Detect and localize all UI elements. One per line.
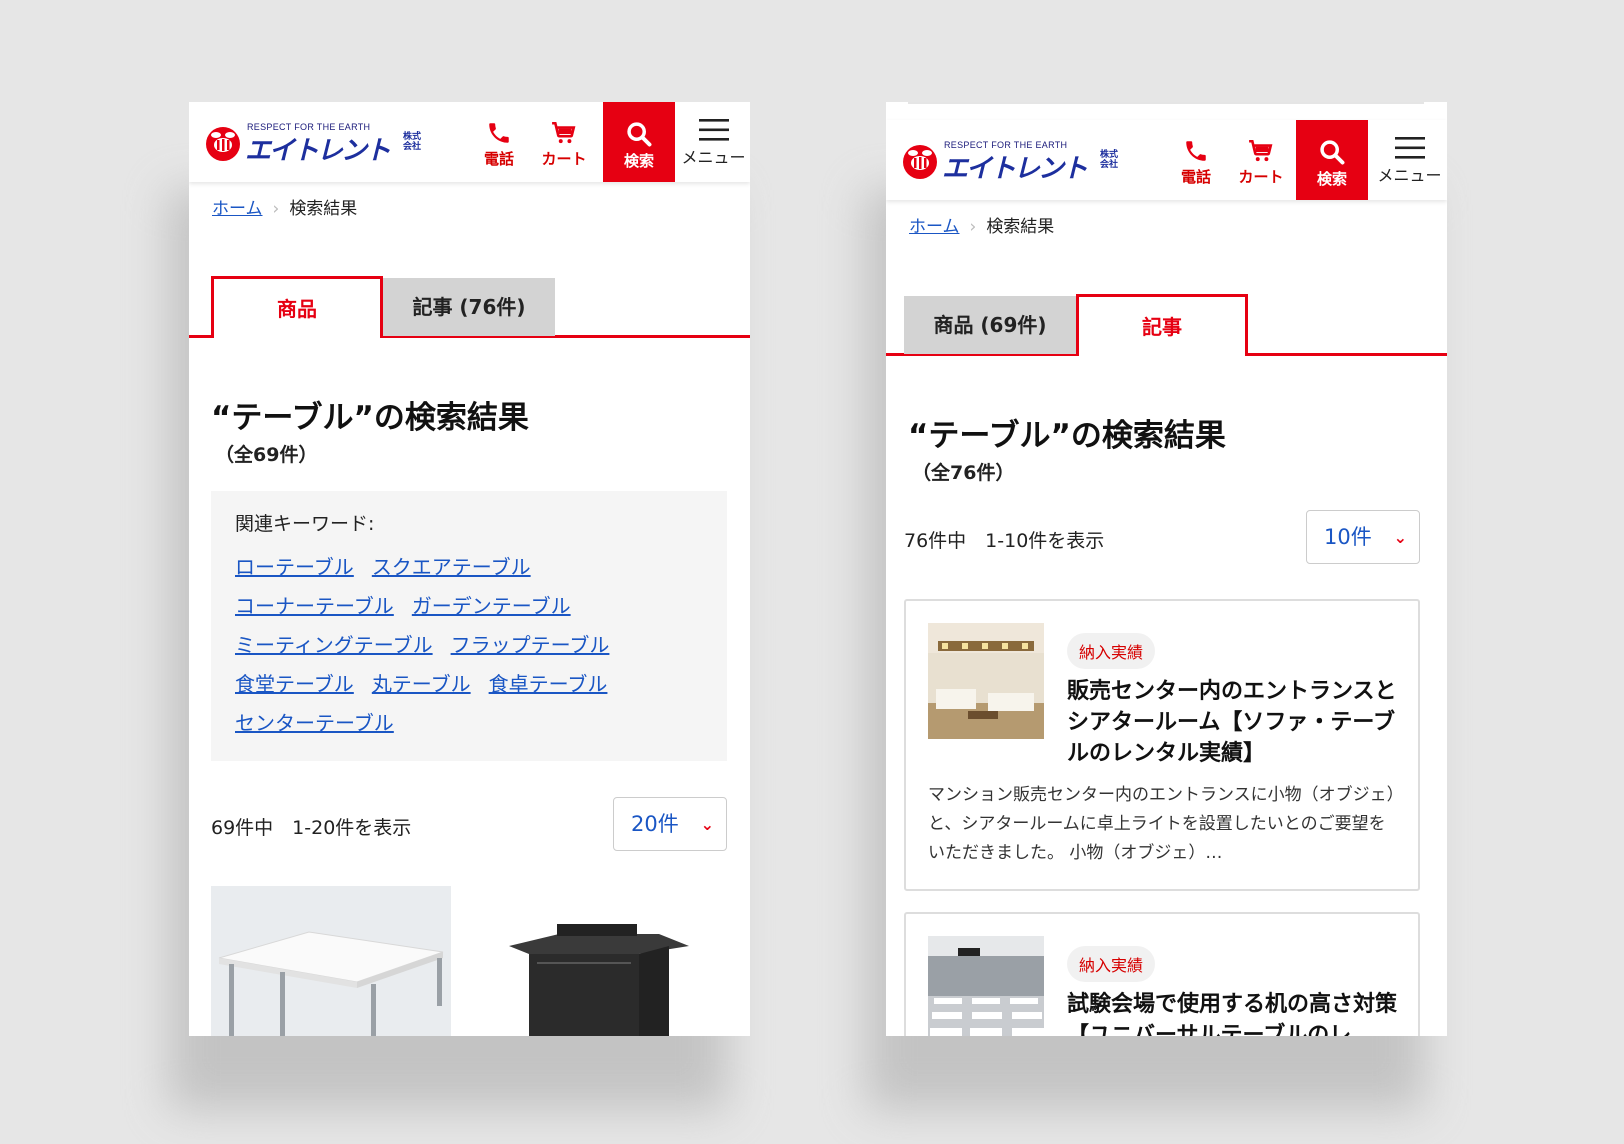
cart-icon <box>552 121 576 144</box>
search-icon <box>1320 140 1345 165</box>
phone-icon <box>489 123 509 143</box>
article-card[interactable]: 納入実績 試験会場で使用する机の高さ対策【ユニバーサルテーブルのレ <box>904 912 1420 1036</box>
menu-nav-button[interactable]: メニュー <box>677 102 750 182</box>
result-tabs: 商品 (69件) 記事 <box>886 294 1447 356</box>
phone-icon <box>1186 141 1206 161</box>
cart-label: カート <box>1238 168 1284 186</box>
tab-articles[interactable]: 記事 (76件) <box>383 278 555 336</box>
keyword-link[interactable]: ミーティングテーブル <box>235 633 433 657</box>
article-title[interactable]: 試験会場で使用する机の高さ対策【ユニバーサルテーブルのレ <box>1067 989 1397 1036</box>
logo-suffix: 株式会社 <box>403 132 422 152</box>
site-header: RESPECT FOR THE EARTH エイトレント 株式会社 電話 カート <box>189 102 750 182</box>
hamburger-icon <box>698 119 729 141</box>
breadcrumb-separator: › <box>969 217 977 237</box>
chevron-down-icon: ⌄ <box>1393 528 1407 547</box>
breadcrumb: ホーム › 検索結果 <box>212 194 357 219</box>
breadcrumb: ホーム › 検索結果 <box>909 212 1054 237</box>
result-count: （全76件） <box>912 462 1015 484</box>
scroll-edge-divider <box>908 102 1424 104</box>
cart-icon <box>1249 139 1273 162</box>
keyword-link[interactable]: 食卓テーブル <box>489 672 608 696</box>
product-image-podium[interactable] <box>489 886 719 1036</box>
product-image-white-table[interactable] <box>211 886 451 1036</box>
cart-label: カート <box>541 150 587 168</box>
site-logo[interactable]: RESPECT FOR THE EARTH エイトレント 株式会社 <box>902 138 1122 184</box>
phone-nav-button[interactable]: 電話 <box>1167 120 1225 200</box>
phone-screen-products: RESPECT FOR THE EARTH エイトレント 株式会社 電話 カート <box>189 102 750 1036</box>
article-category-badge: 納入実績 <box>1067 633 1156 669</box>
keyword-link[interactable]: 食堂テーブル <box>235 672 354 696</box>
phone-label: 電話 <box>483 150 514 168</box>
keyword-link[interactable]: ローテーブル <box>235 555 354 579</box>
hamburger-icon <box>1394 137 1425 159</box>
article-category-badge: 納入実績 <box>1067 946 1156 982</box>
bee-logo-icon <box>903 145 937 179</box>
phone-label: 電話 <box>1180 168 1211 186</box>
bee-logo-icon <box>206 127 240 161</box>
search-icon <box>627 122 652 147</box>
breadcrumb-home-link[interactable]: ホーム <box>212 199 263 219</box>
breadcrumb-home-link[interactable]: ホーム <box>909 217 960 237</box>
keyword-link[interactable]: 丸テーブル <box>372 672 471 696</box>
phone-screen-articles: RESPECT FOR THE EARTH エイトレント 株式会社 電話 カート <box>886 102 1447 1036</box>
white-table-image <box>218 931 444 1036</box>
logo-name: エイトレント <box>245 136 391 166</box>
podium-image <box>509 924 689 1036</box>
page-title: “テーブル”の検索結果 <box>211 400 529 436</box>
exam-hall-photo-image <box>928 936 1044 1036</box>
search-nav-button[interactable]: 検索 <box>603 102 675 182</box>
per-page-value: 20件 <box>631 812 679 836</box>
search-label: 検索 <box>623 152 654 170</box>
menu-label: メニュー <box>1377 166 1442 185</box>
breadcrumb-current: 検索結果 <box>289 199 358 219</box>
search-nav-button[interactable]: 検索 <box>1296 120 1368 200</box>
pager-range-text: 76件中 1-10件を表示 <box>904 530 1105 552</box>
cart-nav-button[interactable]: カート <box>1228 120 1294 200</box>
logo-suffix: 株式会社 <box>1100 150 1119 170</box>
related-keywords-label: 関連キーワード: <box>235 513 375 535</box>
site-logo[interactable]: RESPECT FOR THE EARTH エイトレント 株式会社 <box>205 120 425 166</box>
per-page-value: 10件 <box>1324 525 1372 549</box>
page-title: “テーブル”の検索結果 <box>908 418 1226 454</box>
menu-label: メニュー <box>681 148 746 167</box>
keyword-link[interactable]: センターテーブル <box>235 711 394 735</box>
tab-products[interactable]: 商品 <box>211 276 383 338</box>
pager-range-text: 69件中 1-20件を表示 <box>211 817 412 839</box>
phone-nav-button[interactable]: 電話 <box>470 102 528 182</box>
cart-nav-button[interactable]: カート <box>531 102 597 182</box>
article-thumbnail <box>928 623 1044 739</box>
result-tabs: 商品 記事 (76件) <box>189 276 750 338</box>
article-description: マンション販売センター内のエントランスに小物（オブジェ）と、シアタールームに卓上… <box>928 785 1396 863</box>
keyword-link[interactable]: スクエアテーブル <box>372 555 531 579</box>
lounge-photo-image <box>928 623 1044 739</box>
logo-name: エイトレント <box>942 154 1088 184</box>
chevron-down-icon: ⌄ <box>700 815 714 834</box>
related-keywords-box: 関連キーワード: ローテーブル スクエアテーブル コーナーテーブル ガーデンテーブル… <box>211 491 727 761</box>
results-pager: 76件中 1-10件を表示 10件 ⌄ <box>904 510 1420 566</box>
search-label: 検索 <box>1316 170 1347 188</box>
result-count: （全69件） <box>215 444 318 466</box>
article-title[interactable]: 販売センター内のエントランスとシアタールーム【ソファ・テーブルのレンタル実績】 <box>1067 676 1397 769</box>
keyword-link[interactable]: フラップテーブル <box>451 633 610 657</box>
tab-articles[interactable]: 記事 <box>1076 294 1248 356</box>
keyword-link[interactable]: コーナーテーブル <box>235 594 394 618</box>
per-page-select[interactable]: 10件 ⌄ <box>1306 510 1420 564</box>
menu-nav-button[interactable]: メニュー <box>1372 120 1447 200</box>
tab-products[interactable]: 商品 (69件) <box>904 296 1076 354</box>
breadcrumb-current: 検索結果 <box>986 217 1055 237</box>
article-card[interactable]: 納入実績 販売センター内のエントランスとシアタールーム【ソファ・テーブルのレンタ… <box>904 599 1420 891</box>
per-page-select[interactable]: 20件 ⌄ <box>613 797 727 851</box>
keyword-link[interactable]: ガーデンテーブル <box>412 594 571 618</box>
results-pager: 69件中 1-20件を表示 20件 ⌄ <box>211 797 727 853</box>
article-thumbnail <box>928 936 1044 1036</box>
related-keywords-list: ローテーブル スクエアテーブル コーナーテーブル ガーデンテーブル ミーティングテー… <box>235 548 703 743</box>
site-header: RESPECT FOR THE EARTH エイトレント 株式会社 電話 カート <box>886 120 1447 200</box>
breadcrumb-separator: › <box>272 199 280 219</box>
